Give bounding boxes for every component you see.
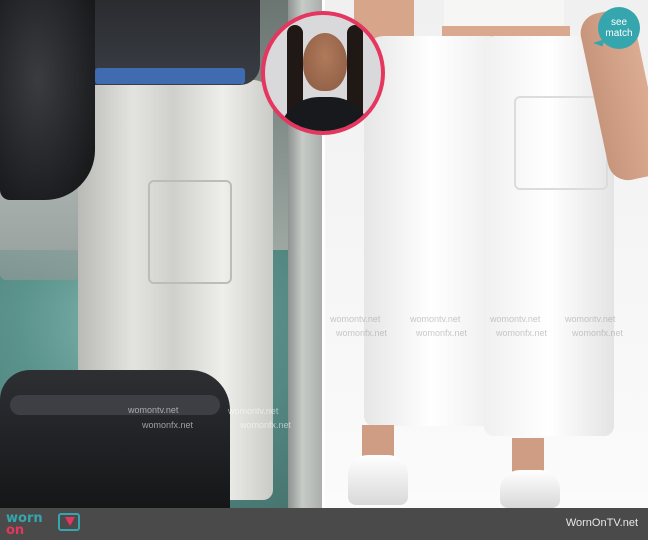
white-sneaker-right (500, 470, 560, 508)
logo-text-on: on (6, 523, 25, 538)
photo-composite: womontv.net womonfx.net womontv.net womo… (0, 0, 648, 508)
badge-text-match: match (605, 28, 633, 39)
tv-icon (58, 513, 80, 531)
portrait-face (303, 33, 347, 91)
watermark: womonfx.net (416, 328, 468, 338)
black-suitcase (0, 370, 230, 508)
product-jeans-pocket (514, 96, 608, 190)
watermark: womontv.net (330, 314, 381, 324)
watermark: womonfx.net (496, 328, 548, 338)
watermark: womontv.net (410, 314, 461, 324)
model-ankle-right (512, 438, 544, 474)
watermark: womonfx.net (336, 328, 388, 338)
watermark: womonfx.net (572, 328, 624, 338)
footer-bar: worn on WornOnTV.net (0, 508, 648, 540)
scene-jeans-pocket (148, 180, 232, 284)
watermark: womonfx.net (240, 420, 292, 430)
watermark: womonfx.net (142, 420, 194, 430)
watermark: womontv.net (490, 314, 541, 324)
blue-top-hem (95, 68, 245, 84)
white-sneaker-left (348, 455, 408, 505)
site-credit: WornOnTV.net (565, 517, 638, 529)
watermark: womontv.net (128, 405, 179, 415)
product-jeans-left-leg (364, 36, 499, 426)
product-jeans (364, 36, 624, 456)
badge-text-see: see (610, 17, 628, 28)
see-match-badge: see match (592, 7, 640, 49)
watermark: womontv.net (565, 314, 616, 324)
white-crop-top (444, 0, 564, 28)
watermark: womontv.net (228, 406, 279, 416)
suitcase-ridge (10, 395, 220, 415)
black-backpack (0, 0, 95, 200)
hanger-icon (65, 517, 75, 526)
character-portrait-inset (261, 11, 385, 135)
